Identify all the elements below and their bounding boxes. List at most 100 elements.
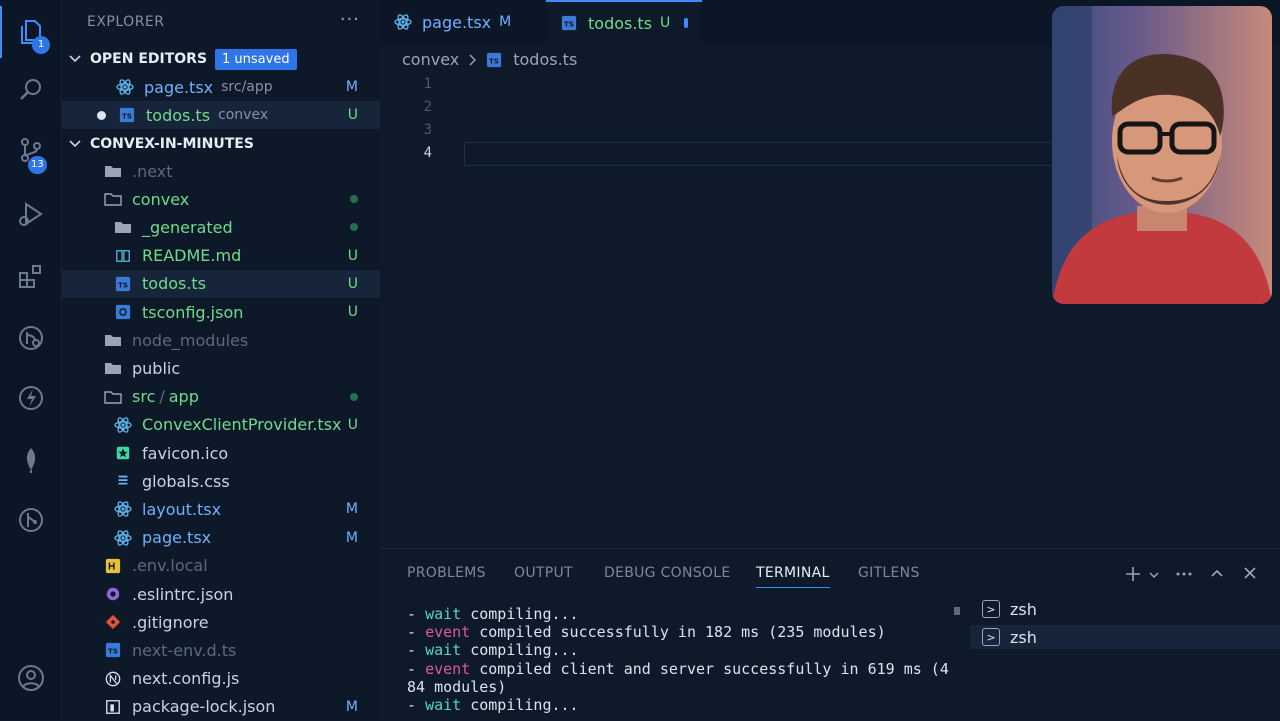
file-tree-item[interactable]: globals.css xyxy=(62,467,380,495)
open-editor-item[interactable]: TS todos.ts convex U xyxy=(62,101,380,129)
terminal-line: - wait compiling... xyxy=(407,696,967,714)
unsaved-dot-icon[interactable] xyxy=(684,18,688,28)
open-editor-name: page.tsx xyxy=(144,77,214,97)
tab-status: M xyxy=(499,14,512,30)
git-changes-dot xyxy=(350,223,358,232)
project-header[interactable]: CONVEX-IN-MINUTES xyxy=(62,130,380,158)
file-tree-item[interactable]: TS todos.ts U xyxy=(62,269,380,298)
terminal-dash: - xyxy=(407,641,426,660)
bottom-panel: PROBLEMS OUTPUT DEBUG CONSOLE TERMINAL G… xyxy=(380,548,1280,720)
breadcrumb-file[interactable]: todos.ts xyxy=(513,50,577,69)
file-tree-item[interactable]: node_modules xyxy=(62,326,380,354)
file-tree-item[interactable]: .gitignore xyxy=(62,608,380,636)
source-control-icon[interactable]: 13 xyxy=(0,124,62,176)
file-tree-item[interactable]: tsconfig.json U xyxy=(62,298,380,326)
file-tree-label: convex xyxy=(132,189,190,209)
open-editor-item[interactable]: page.tsx src/app M xyxy=(62,73,380,101)
terminal-scrollbar[interactable] xyxy=(954,607,960,615)
file-tree-label: tsconfig.json xyxy=(142,302,244,322)
file-tree-item[interactable]: src / app xyxy=(62,383,380,411)
terminal-line: - wait compiling... xyxy=(407,641,967,659)
run-debug-icon[interactable] xyxy=(0,188,62,240)
git-status-modified: M xyxy=(345,79,358,95)
file-tree-item[interactable]: ConvexClientProvider.tsx U xyxy=(62,411,380,439)
svg-text:TS: TS xyxy=(122,112,132,121)
file-tree-item[interactable]: convex xyxy=(62,185,380,213)
explorer-badge: 1 xyxy=(32,36,50,54)
file-tree-item[interactable]: next.config.js xyxy=(62,665,380,693)
tab-output[interactable]: OUTPUT xyxy=(514,565,573,581)
unsaved-dot-icon[interactable] xyxy=(97,110,106,120)
file-tree-label: .eslintrc.json xyxy=(132,584,234,604)
tab-label: page.tsx xyxy=(422,12,492,32)
tab-gitlens[interactable]: GITLENS xyxy=(858,565,920,581)
folder-icon xyxy=(104,359,122,377)
svg-text:TS: TS xyxy=(489,56,499,65)
typescript-icon: TS xyxy=(560,14,578,32)
terminal-text: compiling... xyxy=(461,641,579,660)
svg-text:TS: TS xyxy=(108,647,118,656)
file-tree-item[interactable]: page.tsx M xyxy=(62,524,380,552)
file-tree-item[interactable]: layout.tsx M xyxy=(62,495,380,523)
file-tree-label: README.md xyxy=(142,246,242,266)
path-separator: / xyxy=(159,387,165,407)
mongodb-leaf-icon[interactable] xyxy=(0,434,62,486)
tab-problems[interactable]: PROBLEMS xyxy=(407,565,486,581)
account-icon[interactable] xyxy=(0,652,62,704)
terminal-text: compiling... xyxy=(461,605,579,623)
close-panel-icon[interactable] xyxy=(1242,565,1258,581)
env-icon xyxy=(104,557,122,575)
tab-todos-ts[interactable]: TS todos.ts U xyxy=(546,0,702,44)
terminal-line: - wait compiling... xyxy=(407,605,967,623)
tab-debug-console[interactable]: DEBUG CONSOLE xyxy=(604,565,731,581)
gitlens-icon[interactable] xyxy=(0,494,62,546)
chevron-down-icon[interactable] xyxy=(1148,569,1160,581)
file-tree-item[interactable]: README.md U xyxy=(62,242,380,270)
remote-explorer-icon[interactable] xyxy=(0,312,62,364)
file-tree-item[interactable]: .env.local xyxy=(62,552,380,580)
file-tree-item[interactable]: favicon.ico xyxy=(62,439,380,467)
terminal-instance[interactable]: > zsh xyxy=(982,597,1037,621)
terminal-dash: - xyxy=(407,623,426,642)
folder-open-icon xyxy=(104,190,122,208)
git-icon xyxy=(104,613,122,631)
file-tree-label: _generated xyxy=(142,217,233,237)
more-actions-button[interactable]: ··· xyxy=(340,9,360,30)
more-actions-icon[interactable] xyxy=(1174,565,1194,583)
current-line-highlight[interactable] xyxy=(464,142,1144,166)
file-tree-item[interactable]: TS next-env.d.ts xyxy=(62,636,380,664)
typescript-icon: TS xyxy=(118,106,136,124)
new-terminal-icon[interactable] xyxy=(1124,565,1142,583)
file-tree-label: todos.ts xyxy=(142,274,207,294)
line-number: 3 xyxy=(423,122,432,138)
file-tree-item[interactable]: _generated xyxy=(62,213,380,241)
git-changes-dot xyxy=(350,392,358,401)
webcam-overlay xyxy=(1052,6,1272,304)
tab-terminal[interactable]: TERMINAL xyxy=(756,565,830,588)
editor-area: page.tsx M TS todos.ts U convex TS todos… xyxy=(380,0,1280,548)
explorer-icon[interactable]: 1 xyxy=(0,6,62,58)
open-editors-header[interactable]: OPEN EDITORS 1 unsaved xyxy=(62,45,380,73)
maximize-panel-icon[interactable] xyxy=(1209,565,1225,581)
file-tree-item[interactable]: .eslintrc.json xyxy=(62,580,380,608)
terminal-instance[interactable]: > zsh xyxy=(970,625,1280,649)
open-editors-label: OPEN EDITORS xyxy=(90,51,208,67)
search-icon[interactable] xyxy=(0,64,62,116)
lightning-icon[interactable] xyxy=(0,372,62,424)
tab-page-tsx[interactable]: page.tsx M xyxy=(380,0,546,44)
terminal-icon: > xyxy=(982,600,1000,618)
terminal-dash: - xyxy=(407,696,426,715)
breadcrumb-folder[interactable]: convex xyxy=(402,50,459,69)
file-tree-item[interactable]: public xyxy=(62,354,380,382)
eslint-icon xyxy=(104,585,122,603)
file-tree-label: src xyxy=(132,387,156,407)
terminal-dash: - xyxy=(407,659,426,678)
git-status-untracked: U xyxy=(347,247,358,264)
file-tree-item[interactable]: .next xyxy=(62,157,380,185)
typescript-icon: TS xyxy=(114,275,132,293)
file-tree-item[interactable]: package-lock.json M xyxy=(62,693,380,721)
file-tree-label: .next xyxy=(132,161,173,181)
terminal-output[interactable]: - wait compiling... - event compiled succ… xyxy=(407,605,967,714)
extensions-icon[interactable] xyxy=(0,250,62,302)
project-label: CONVEX-IN-MINUTES xyxy=(90,136,254,152)
